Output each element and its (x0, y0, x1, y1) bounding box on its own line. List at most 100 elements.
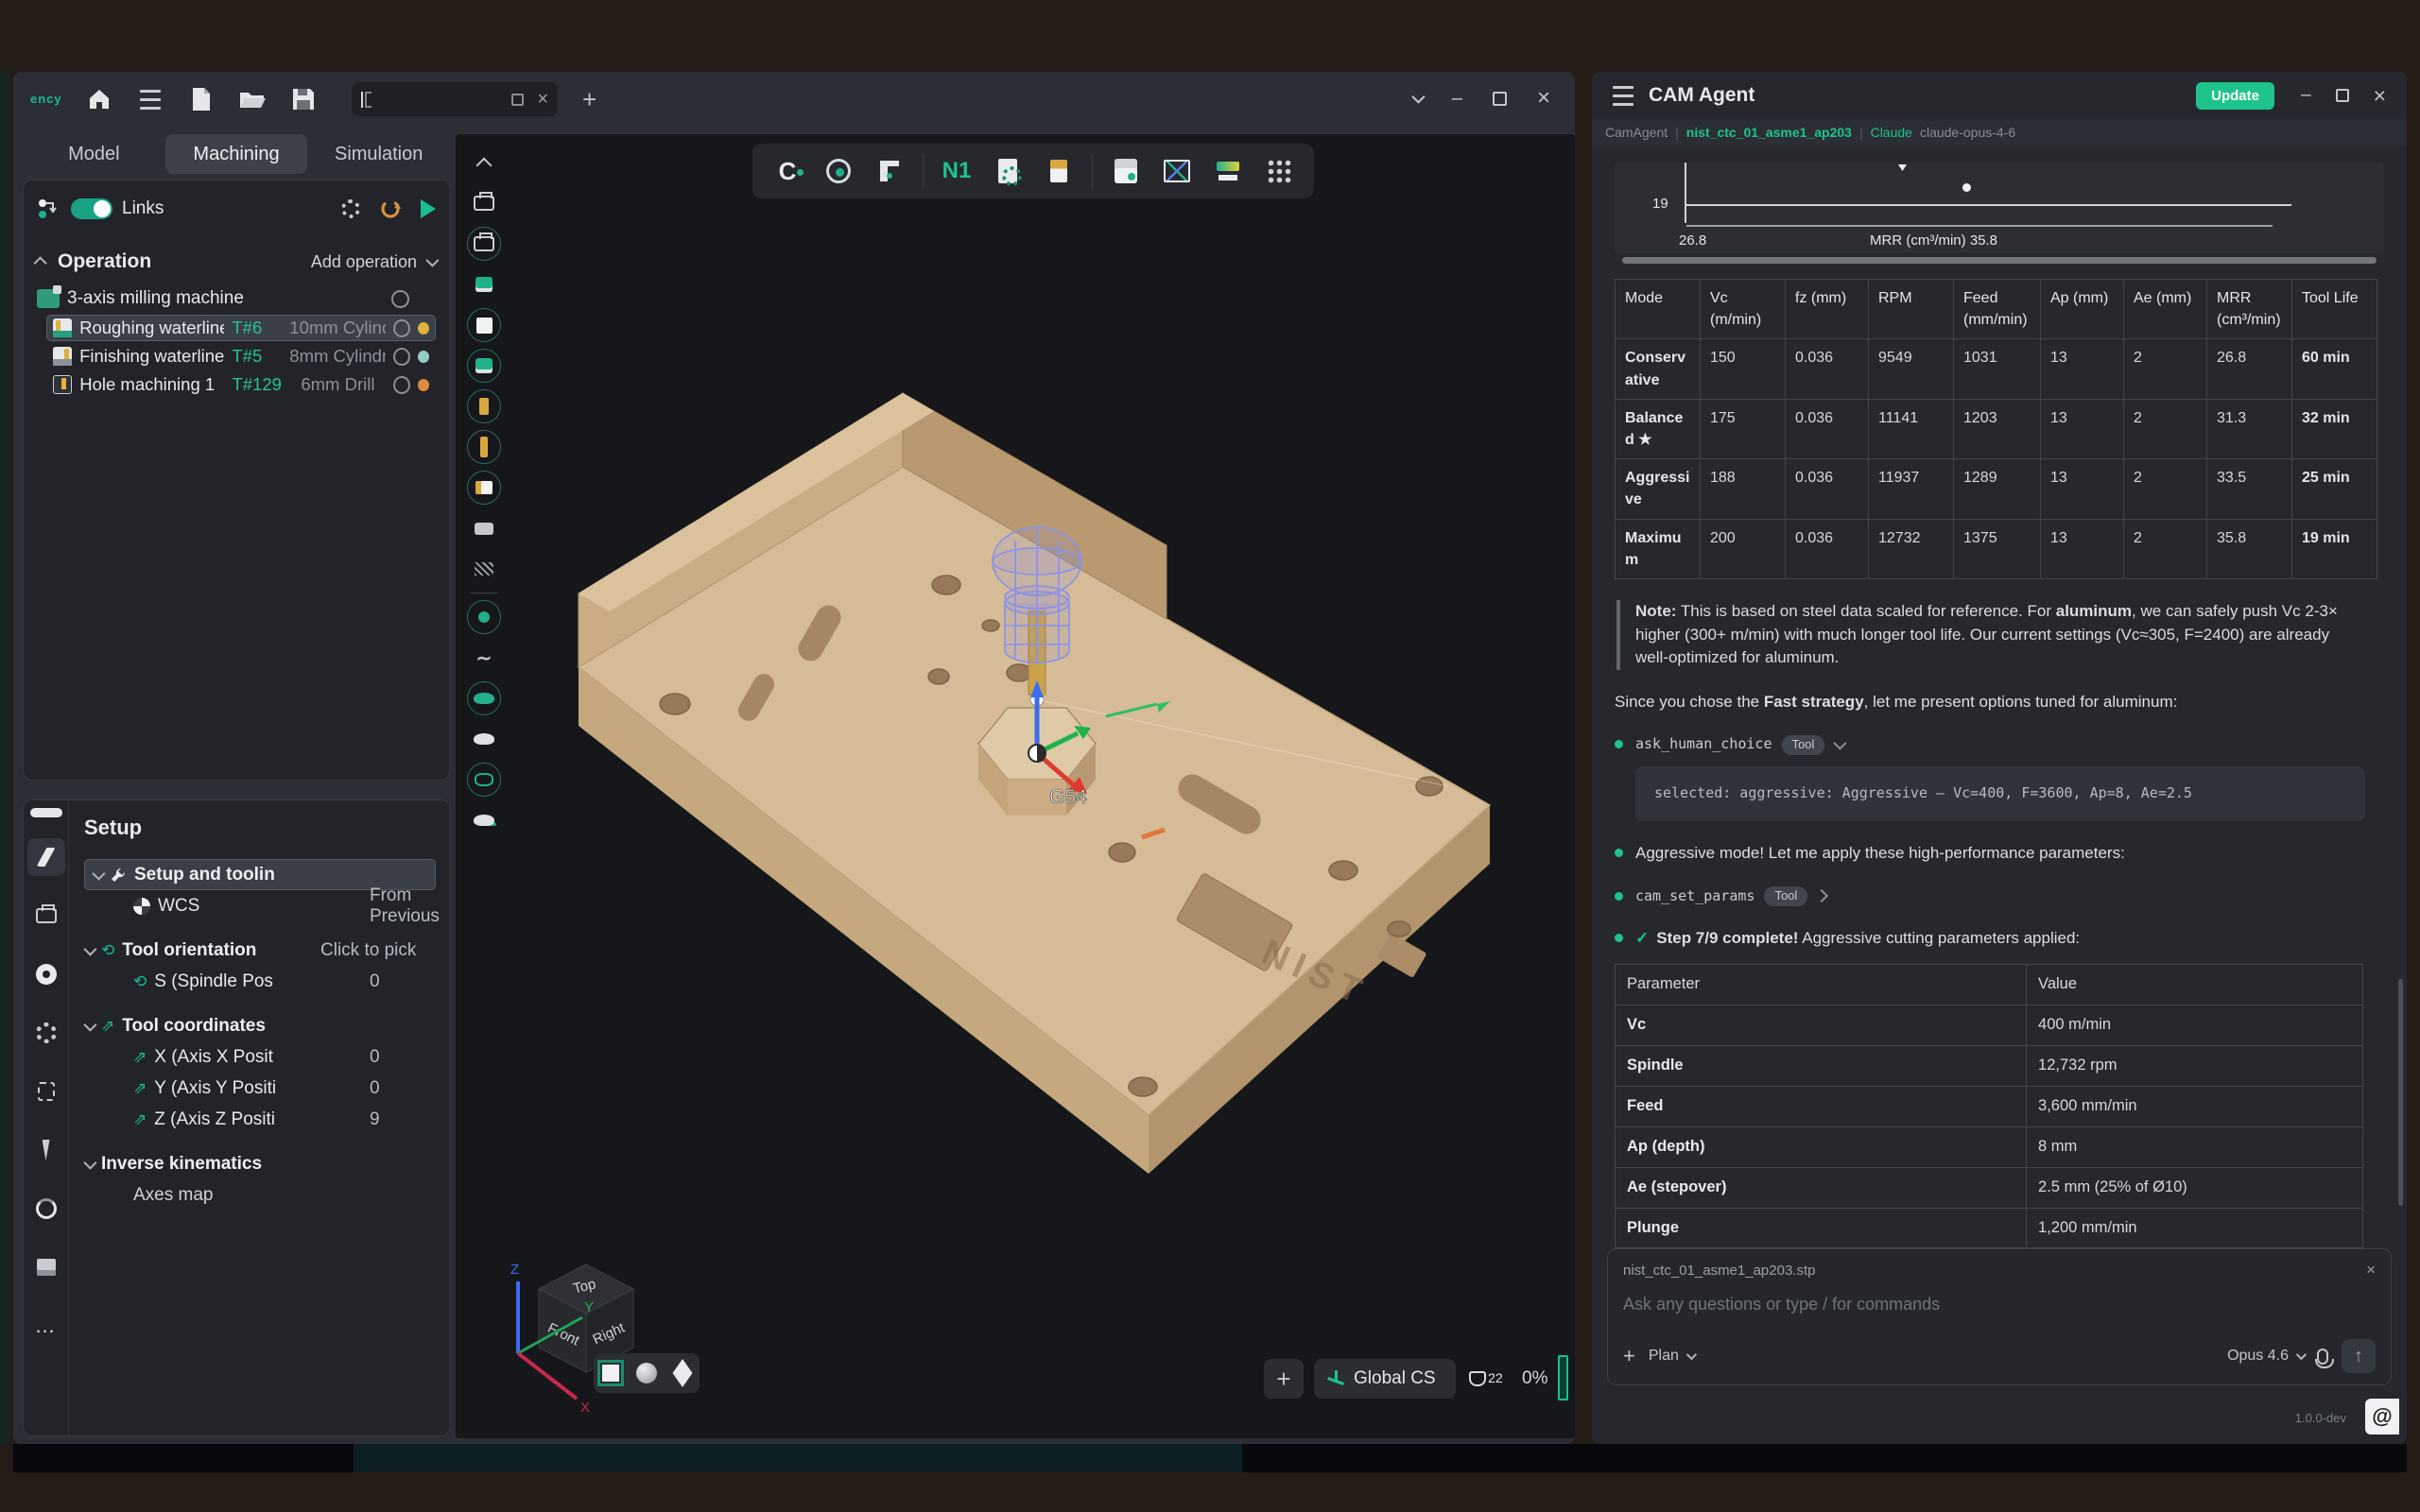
axis-z-row[interactable]: ⇗ Z (Axis Z Positi 9 (133, 1104, 436, 1135)
green-bullet-icon (1615, 849, 1623, 857)
close-button[interactable]: × (1537, 85, 1550, 112)
model-dropdown[interactable]: Opus 4.6 (2227, 1348, 2304, 1365)
send-button[interactable]: ↑ (2342, 1339, 2376, 1373)
table-row: Maximum 200 0.036 12732 1375 13 2 35.8 1… (1616, 519, 2377, 578)
rail-dial-icon[interactable] (27, 955, 65, 993)
rail-flash-icon[interactable] (27, 838, 65, 876)
main-menu-button[interactable] (136, 85, 164, 113)
plan-dropdown[interactable]: Plan (1649, 1348, 1694, 1365)
rail-machine-icon[interactable] (27, 897, 65, 935)
axis-z-label: Z (Axis Z Positi (154, 1109, 275, 1130)
op-visibility-circle[interactable] (393, 319, 410, 337)
tab-machining[interactable]: Machining (165, 134, 308, 174)
minimize-button[interactable]: – (1452, 88, 1462, 110)
tool-orientation-label: Tool orientation (122, 940, 256, 961)
maximize-button[interactable] (1493, 92, 1507, 106)
add-view-button[interactable]: + (1264, 1359, 1304, 1399)
progress-percent: 0% (1522, 1359, 1547, 1399)
green-bullet-icon (1615, 740, 1623, 748)
tool-size: 8mm Cylindric (289, 346, 386, 367)
shaded-view-icon[interactable] (636, 1363, 657, 1383)
notification-count: 22 (1488, 1371, 1503, 1386)
operations-settings-gear-icon[interactable] (341, 199, 360, 218)
search-frame-icon[interactable] (511, 94, 524, 106)
axes-map-row[interactable]: Axes map (133, 1179, 436, 1211)
regenerate-icon[interactable] (379, 198, 402, 220)
tool-expand-chevron-icon[interactable] (1815, 889, 1828, 902)
notification-counter[interactable]: 22 (1469, 1359, 1503, 1399)
rail-reorder-icon[interactable] (27, 1073, 65, 1110)
chat-input[interactable] (1623, 1291, 2376, 1339)
cube-z-axis-label: Z (510, 1262, 519, 1278)
view-toolbar (594, 1353, 700, 1393)
microphone-icon[interactable] (2317, 1349, 2328, 1365)
open-folder-button[interactable] (238, 85, 267, 113)
machine-visibility-circle[interactable] (391, 290, 409, 308)
tool-call-cam-set-params[interactable]: cam_set_params Tool (1615, 886, 2384, 907)
remove-attachment-icon[interactable]: × (2366, 1261, 2376, 1280)
operation-title: Operation (58, 250, 151, 273)
home-icon (87, 88, 112, 111)
home-button[interactable] (85, 85, 113, 113)
model-chevron-icon (2296, 1349, 2307, 1360)
axis-x-row[interactable]: ⇗ X (Axis X Posit 0 (133, 1041, 436, 1073)
tool-call-ask-human-choice[interactable]: ask_human_choice Tool (1615, 734, 2384, 755)
rail-holder-icon[interactable] (27, 1248, 65, 1286)
op-visibility-circle[interactable] (393, 376, 410, 394)
axis-x-label: X (Axis X Posit (154, 1047, 273, 1068)
agent-menu-icon[interactable] (1613, 83, 1634, 109)
attach-button[interactable]: + (1623, 1344, 1635, 1368)
table-row: Spindle12,732 rpm (1616, 1045, 2363, 1086)
agent-titlebar: CAM Agent Update – × (1592, 72, 2407, 119)
search-clear-icon[interactable]: × (537, 90, 548, 109)
add-operation-button[interactable]: Add operation (311, 252, 436, 272)
update-button[interactable]: Update (2196, 82, 2274, 110)
chart-scrollbar[interactable] (1622, 257, 2377, 264)
save-button[interactable] (289, 85, 318, 113)
links-toggle[interactable] (71, 198, 112, 219)
operation-row-finishing[interactable]: Finishing waterline 1 T#5 8mm Cylindric (46, 343, 436, 369)
new-tab-button[interactable]: + (582, 87, 596, 112)
agent-maximize-button[interactable] (2336, 89, 2349, 102)
global-cs-selector[interactable]: Global CS (1314, 1359, 1456, 1399)
tab-model[interactable]: Model (23, 134, 165, 174)
viewport-3d[interactable]: ∼ C N1 (456, 134, 1575, 1438)
op-visibility-circle[interactable] (393, 348, 410, 366)
rail-drill-icon[interactable] (27, 1131, 65, 1169)
rail-handle[interactable] (30, 808, 62, 817)
agent-close-button[interactable]: × (2374, 83, 2386, 109)
fit-view-icon[interactable] (602, 1365, 619, 1382)
setup-body: Setup Setup and toolin WCS From Previous… (69, 800, 449, 1435)
rail-wheel-icon[interactable] (27, 1190, 65, 1228)
chat-scrollbar[interactable] (2398, 979, 2403, 1206)
tool-coordinates-row[interactable]: ⇗ Tool coordinates (84, 1010, 436, 1041)
spindle-label: S (Spindle Pos (154, 971, 273, 992)
new-file-button[interactable] (187, 85, 216, 113)
search-box[interactable]: × (352, 82, 558, 116)
tool-orientation-row[interactable]: ⟲ Tool orientation Click to pick (84, 935, 436, 966)
rail-gear-icon[interactable] (27, 1014, 65, 1052)
inverse-kinematics-row[interactable]: Inverse kinematics (84, 1148, 436, 1179)
iso-view-icon[interactable] (673, 1359, 693, 1387)
collapse-operations-icon[interactable] (34, 256, 47, 269)
rail-more-icon[interactable]: … (27, 1307, 65, 1345)
tab-simulation[interactable]: Simulation (307, 134, 450, 174)
operation-row-hole[interactable]: Hole machining 1 T#129 6mm Drill (46, 371, 436, 398)
tool-number: T#129 (232, 374, 282, 395)
spindle-row[interactable]: ⟲ S (Spindle Pos 0 (133, 966, 436, 997)
add-operation-chevron-icon (425, 254, 439, 267)
axis-y-row[interactable]: ⇗ Y (Axis Y Positi 0 (133, 1073, 436, 1104)
chat-scroll-area[interactable]: 19 26.8 MRR (cm³/min) 35.8 Mode Vc (m/mi… (1592, 146, 2407, 1276)
tool-expand-chevron-icon[interactable] (1834, 737, 1847, 750)
crumb-file[interactable]: nist_ctc_01_asme1_ap203 (1686, 125, 1852, 140)
agent-minimize-button[interactable]: – (2301, 85, 2311, 106)
operation-row-roughing[interactable]: Roughing waterline 1 T#6 10mm Cylindri (46, 315, 436, 341)
brand-logo-icon[interactable]: @ (2365, 1399, 2399, 1435)
panel-handle[interactable] (1558, 1355, 1568, 1400)
machine-row[interactable]: 3-axis milling machine (37, 284, 436, 313)
run-operations-button[interactable] (421, 199, 436, 218)
window-menu-chevron-icon[interactable] (1411, 91, 1425, 104)
wcs-row[interactable]: WCS From Previous (133, 890, 436, 921)
crumb-model-label: Claude (1871, 125, 1912, 140)
part-canvas[interactable]: NIST (456, 134, 1575, 1438)
